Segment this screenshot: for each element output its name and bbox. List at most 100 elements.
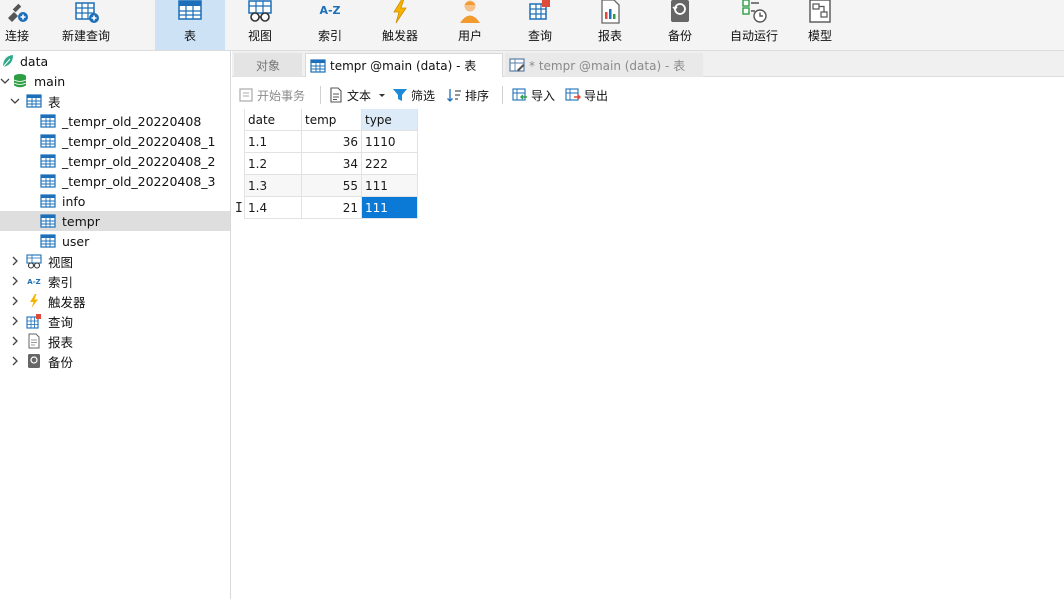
tree-group-triggers[interactable]: 触发器 — [0, 291, 230, 311]
column-header-date[interactable]: date — [245, 109, 302, 131]
cell-type[interactable]: 111 — [362, 175, 418, 197]
svg-text:A-Z: A-Z — [27, 278, 40, 286]
tree-table-item[interactable]: _tempr_old_20220408_1 — [0, 131, 230, 151]
chevron-down-icon[interactable] — [0, 76, 10, 86]
cell-temp[interactable]: 55 — [302, 175, 362, 197]
sort-icon — [447, 89, 461, 102]
indexes-button[interactable]: A-Z 索引 — [300, 0, 360, 50]
group-label: 查询 — [48, 314, 74, 330]
export-label: 导出 — [584, 88, 609, 103]
tab-tempr-label: tempr @main (data) - 表 — [330, 59, 477, 73]
tree-table-item[interactable]: _tempr_old_20220408 — [0, 111, 230, 131]
table-icon — [40, 214, 56, 228]
backup-icon — [671, 0, 689, 22]
tree-group-tables[interactable]: 表 — [0, 91, 230, 111]
cell-date[interactable]: 1.4 — [245, 197, 302, 219]
chevron-right-icon[interactable] — [10, 256, 20, 266]
table-icon — [178, 0, 202, 20]
tab-objects[interactable]: 对象 — [234, 53, 302, 77]
column-header-temp[interactable]: temp — [302, 109, 362, 131]
tab-bar: 对象 tempr @main (data) - 表 * tempr @main … — [232, 51, 1064, 77]
queries-button[interactable]: 查询 — [510, 0, 570, 50]
table-name: _tempr_old_20220408_3 — [62, 173, 216, 189]
row-header[interactable] — [232, 175, 245, 197]
text-view-button[interactable]: 文本 — [328, 85, 390, 105]
chevron-right-icon[interactable] — [10, 276, 20, 286]
tree-table-item[interactable]: _tempr_old_20220408_3 — [0, 171, 230, 191]
model-label: 模型 — [807, 29, 832, 43]
navicat-window: 连接 新建查询 表 视图 A-Z 索引 触发器 用户 查询 报表 备份 自动运行… — [0, 0, 1064, 599]
table-row[interactable]: 1.3 55 111 — [232, 175, 419, 197]
funnel-icon — [393, 89, 407, 101]
connect-button[interactable]: 连接 — [0, 0, 34, 50]
tab-tempr-design[interactable]: * tempr @main (data) - 表 — [505, 53, 703, 77]
grid-header-row: date temp type — [232, 109, 419, 131]
backup-button[interactable]: 备份 — [650, 0, 710, 50]
import-button[interactable]: 导入 — [512, 85, 555, 105]
column-header-type[interactable]: type — [362, 109, 418, 131]
triggers-button[interactable]: 触发器 — [370, 0, 430, 50]
cell-date[interactable]: 1.2 — [245, 153, 302, 175]
tree-table-item[interactable]: info — [0, 191, 230, 211]
row-header[interactable]: I — [232, 197, 245, 219]
table-name: user — [62, 233, 90, 249]
tree-table-item[interactable]: user — [0, 231, 230, 251]
tables-group-label: 表 — [48, 94, 61, 110]
tab-tempr-table[interactable]: tempr @main (data) - 表 — [305, 53, 503, 77]
group-label: 报表 — [48, 334, 74, 350]
chevron-down-icon[interactable] — [10, 96, 20, 106]
begin-transaction-button[interactable]: 开始事务 — [238, 85, 305, 105]
reports-button[interactable]: 报表 — [580, 0, 640, 50]
row-header[interactable] — [232, 153, 245, 175]
triggers-label: 触发器 — [381, 29, 418, 43]
model-button[interactable]: 模型 — [792, 0, 848, 50]
chevron-right-icon[interactable] — [10, 336, 20, 346]
reports-label: 报表 — [597, 29, 622, 43]
tree-group-backups[interactable]: 备份 — [0, 351, 230, 371]
tree-group-queries[interactable]: 查询 — [0, 311, 230, 331]
group-label: 触发器 — [48, 294, 86, 310]
cell-temp[interactable]: 36 — [302, 131, 362, 153]
index-az-icon: A-Z — [27, 278, 40, 286]
index-az-icon: A-Z — [319, 4, 340, 17]
chevron-right-icon[interactable] — [10, 316, 20, 326]
new-query-button[interactable]: 新建查询 — [58, 0, 114, 50]
database-name: main — [34, 73, 66, 89]
chevron-right-icon[interactable] — [10, 296, 20, 306]
row-header[interactable] — [232, 131, 245, 153]
chevron-right-icon[interactable] — [10, 356, 20, 366]
table-name: _tempr_old_20220408 — [62, 113, 202, 129]
connection-name: data — [20, 53, 49, 69]
cell-type[interactable]: 111 — [362, 197, 418, 219]
lightning-icon — [30, 294, 38, 308]
table-icon — [40, 114, 56, 128]
tree-group-reports[interactable]: 报表 — [0, 331, 230, 351]
views-label: 视图 — [247, 29, 272, 43]
cell-temp[interactable]: 21 — [302, 197, 362, 219]
cell-type[interactable]: 1110 — [362, 131, 418, 153]
cell-date[interactable]: 1.1 — [245, 131, 302, 153]
table-row[interactable]: 1.2 34 222 — [232, 153, 419, 175]
cell-type[interactable]: 222 — [362, 153, 418, 175]
import-label: 导入 — [531, 88, 556, 103]
users-button[interactable]: 用户 — [440, 0, 500, 50]
cell-temp[interactable]: 34 — [302, 153, 362, 175]
tree-table-item[interactable]: tempr — [0, 211, 230, 231]
table-row[interactable]: 1.1 36 1110 — [232, 131, 419, 153]
tree-connection-data[interactable]: data — [0, 51, 230, 71]
tree-group-indexes[interactable]: A-Z 索引 — [0, 271, 230, 291]
export-button[interactable]: 导出 — [565, 85, 608, 105]
views-button[interactable]: 视图 — [230, 0, 290, 50]
sort-button[interactable]: 排序 — [446, 85, 489, 105]
tables-button[interactable]: 表 — [155, 0, 225, 50]
automation-button[interactable]: 自动运行 — [722, 0, 786, 50]
transaction-icon — [239, 88, 253, 102]
tree-group-views[interactable]: 视图 — [0, 251, 230, 271]
tree-database-main[interactable]: main — [0, 71, 230, 91]
dropdown-arrow-icon[interactable] — [377, 90, 387, 100]
filter-button[interactable]: 筛选 — [392, 85, 435, 105]
cell-date[interactable]: 1.3 — [245, 175, 302, 197]
table-row[interactable]: I 1.4 21 111 — [232, 197, 419, 219]
tree-table-item[interactable]: _tempr_old_20220408_2 — [0, 151, 230, 171]
view-glasses-icon — [248, 0, 272, 22]
